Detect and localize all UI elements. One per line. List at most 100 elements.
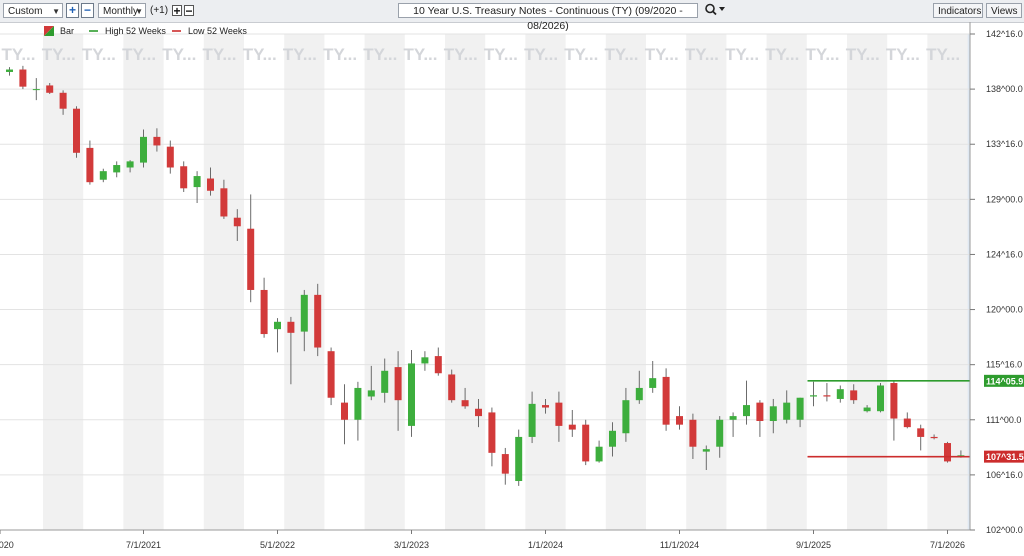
candle-body [877, 385, 884, 412]
watermark-text: TY... [2, 45, 36, 64]
chart-toolbar: Custom ▼ + − Monthly ▼ (+1) + − 10 Year … [0, 0, 1024, 32]
watermark-text: TY... [283, 45, 317, 64]
candle-body [649, 378, 657, 388]
month-band [766, 34, 807, 530]
candle-body [86, 147, 94, 183]
indicators-button[interactable]: Indicators [933, 3, 983, 18]
watermark-text: TY... [363, 45, 397, 64]
watermark-text: TY... [564, 45, 598, 64]
watermark-text: TY... [444, 45, 478, 64]
range-select[interactable]: Custom ▼ [3, 3, 63, 18]
candle-body [635, 387, 643, 401]
watermark-text: TY... [162, 45, 196, 64]
chevron-down-icon: ▼ [135, 7, 143, 16]
magnifier-icon [705, 3, 725, 16]
watermark-text: TY... [725, 45, 759, 64]
watermark-text: TY... [685, 45, 719, 64]
month-band [203, 34, 244, 530]
candle-body [314, 294, 322, 348]
candle-body [903, 418, 911, 428]
candle-body [126, 161, 134, 168]
watermark-text: TY... [404, 45, 438, 64]
indicators-label: Indicators [938, 6, 982, 17]
candle-body [180, 166, 188, 189]
candle-body [153, 136, 161, 146]
offset-label: (+1) [150, 5, 169, 16]
candle-body [287, 321, 295, 333]
month-band [123, 34, 164, 530]
range-select-value: Custom [8, 6, 43, 17]
watermark-text: TY... [122, 45, 156, 64]
date-axis-label: 5/1/2022 [260, 540, 295, 550]
month-band [525, 34, 566, 530]
watermark-text: TY... [765, 45, 799, 64]
candle-body [19, 69, 27, 87]
candle-body [515, 436, 523, 482]
candle-body [260, 289, 268, 335]
views-button[interactable]: Views [986, 3, 1022, 18]
month-band [847, 34, 888, 530]
candle-body [729, 416, 737, 420]
price-chart[interactable]: TY... TY... TY... TY... TY... TY... TY... TY...… [0, 22, 1024, 556]
interval-select[interactable]: Monthly ▼ [98, 3, 146, 18]
candle-body [73, 108, 80, 153]
candle-body [930, 436, 938, 439]
candle-body [836, 389, 844, 399]
candle-body [890, 383, 898, 419]
offset-plus-button[interactable]: + [172, 5, 182, 17]
candle-body [475, 408, 482, 417]
price-axis-label: 138^00.0 [986, 84, 1023, 94]
candle-body [542, 405, 549, 408]
candle-body [32, 89, 40, 91]
date-axis: 1/2020 7/1/2021 5/1/2022 3/1/2023 1/1/2024 11… [0, 529, 970, 550]
candle-body [274, 321, 281, 330]
symbol-search-button[interactable] [703, 2, 727, 17]
candle-body [113, 165, 121, 173]
candle-body [233, 217, 241, 227]
low-52-weeks-price-label: 107^31.5 [986, 452, 1024, 462]
candle-body [247, 228, 255, 290]
candle-body [501, 454, 509, 474]
candle-body [300, 294, 308, 332]
candle-body [716, 419, 724, 447]
legend-label: High 52 Weeks [105, 26, 166, 36]
watermark-text: TY... [484, 45, 518, 64]
chevron-down-icon: ▼ [52, 7, 60, 16]
candle-body [166, 146, 174, 168]
candle-body [702, 449, 710, 452]
candle-body [421, 357, 429, 364]
watermark-text: TY... [323, 45, 357, 64]
candle-body [408, 363, 415, 426]
date-axis-label: 1/2020 [0, 540, 14, 550]
symbol-title-field[interactable]: 10 Year U.S. Treasury Notes - Continuous… [398, 3, 698, 32]
month-band [364, 34, 405, 530]
price-axis-label: 102^00.0 [986, 525, 1023, 535]
add-range-button[interactable]: + [66, 3, 79, 18]
candle-body [944, 443, 951, 462]
candle-body [689, 419, 697, 447]
candle-body [367, 390, 375, 397]
candle-body [193, 176, 201, 188]
watermark-text: TY... [926, 45, 960, 64]
interval-select-value: Monthly [103, 6, 139, 17]
legend-label: Bar [60, 26, 74, 36]
candle-body [46, 85, 54, 93]
price-axis-label: 106^16.0 [986, 470, 1023, 480]
candle-body [207, 178, 214, 191]
candle-body [595, 446, 603, 462]
candle-body [488, 412, 496, 453]
candle-body [783, 402, 791, 420]
watermark-text: TY... [524, 45, 558, 64]
candle-body [434, 356, 442, 374]
watermark-text: TY... [806, 45, 840, 64]
offset-minus-button[interactable]: − [184, 5, 194, 17]
candle-body [769, 406, 777, 422]
date-axis-label: 3/1/2023 [394, 540, 429, 550]
date-axis-label: 1/1/2024 [528, 540, 563, 550]
candle-body [140, 136, 147, 163]
date-axis-label: 7/1/2021 [126, 540, 161, 550]
remove-range-button[interactable]: − [81, 3, 94, 18]
candle-body [6, 69, 13, 72]
legend-label: Low 52 Weeks [188, 26, 247, 36]
month-band [445, 34, 486, 530]
